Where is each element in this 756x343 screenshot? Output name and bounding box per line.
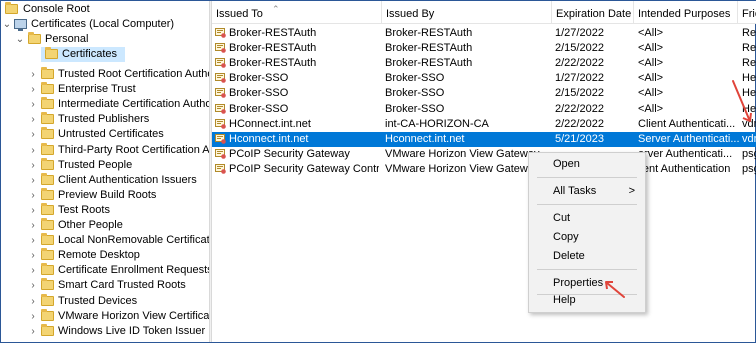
mmc-window: Console Root ⌄ Certificates (Local Compu… [0, 0, 756, 343]
annotation-arrow-properties [605, 281, 625, 298]
annotation-arrow-friendly-name [732, 80, 752, 122]
annotation-layer [605, 80, 752, 298]
